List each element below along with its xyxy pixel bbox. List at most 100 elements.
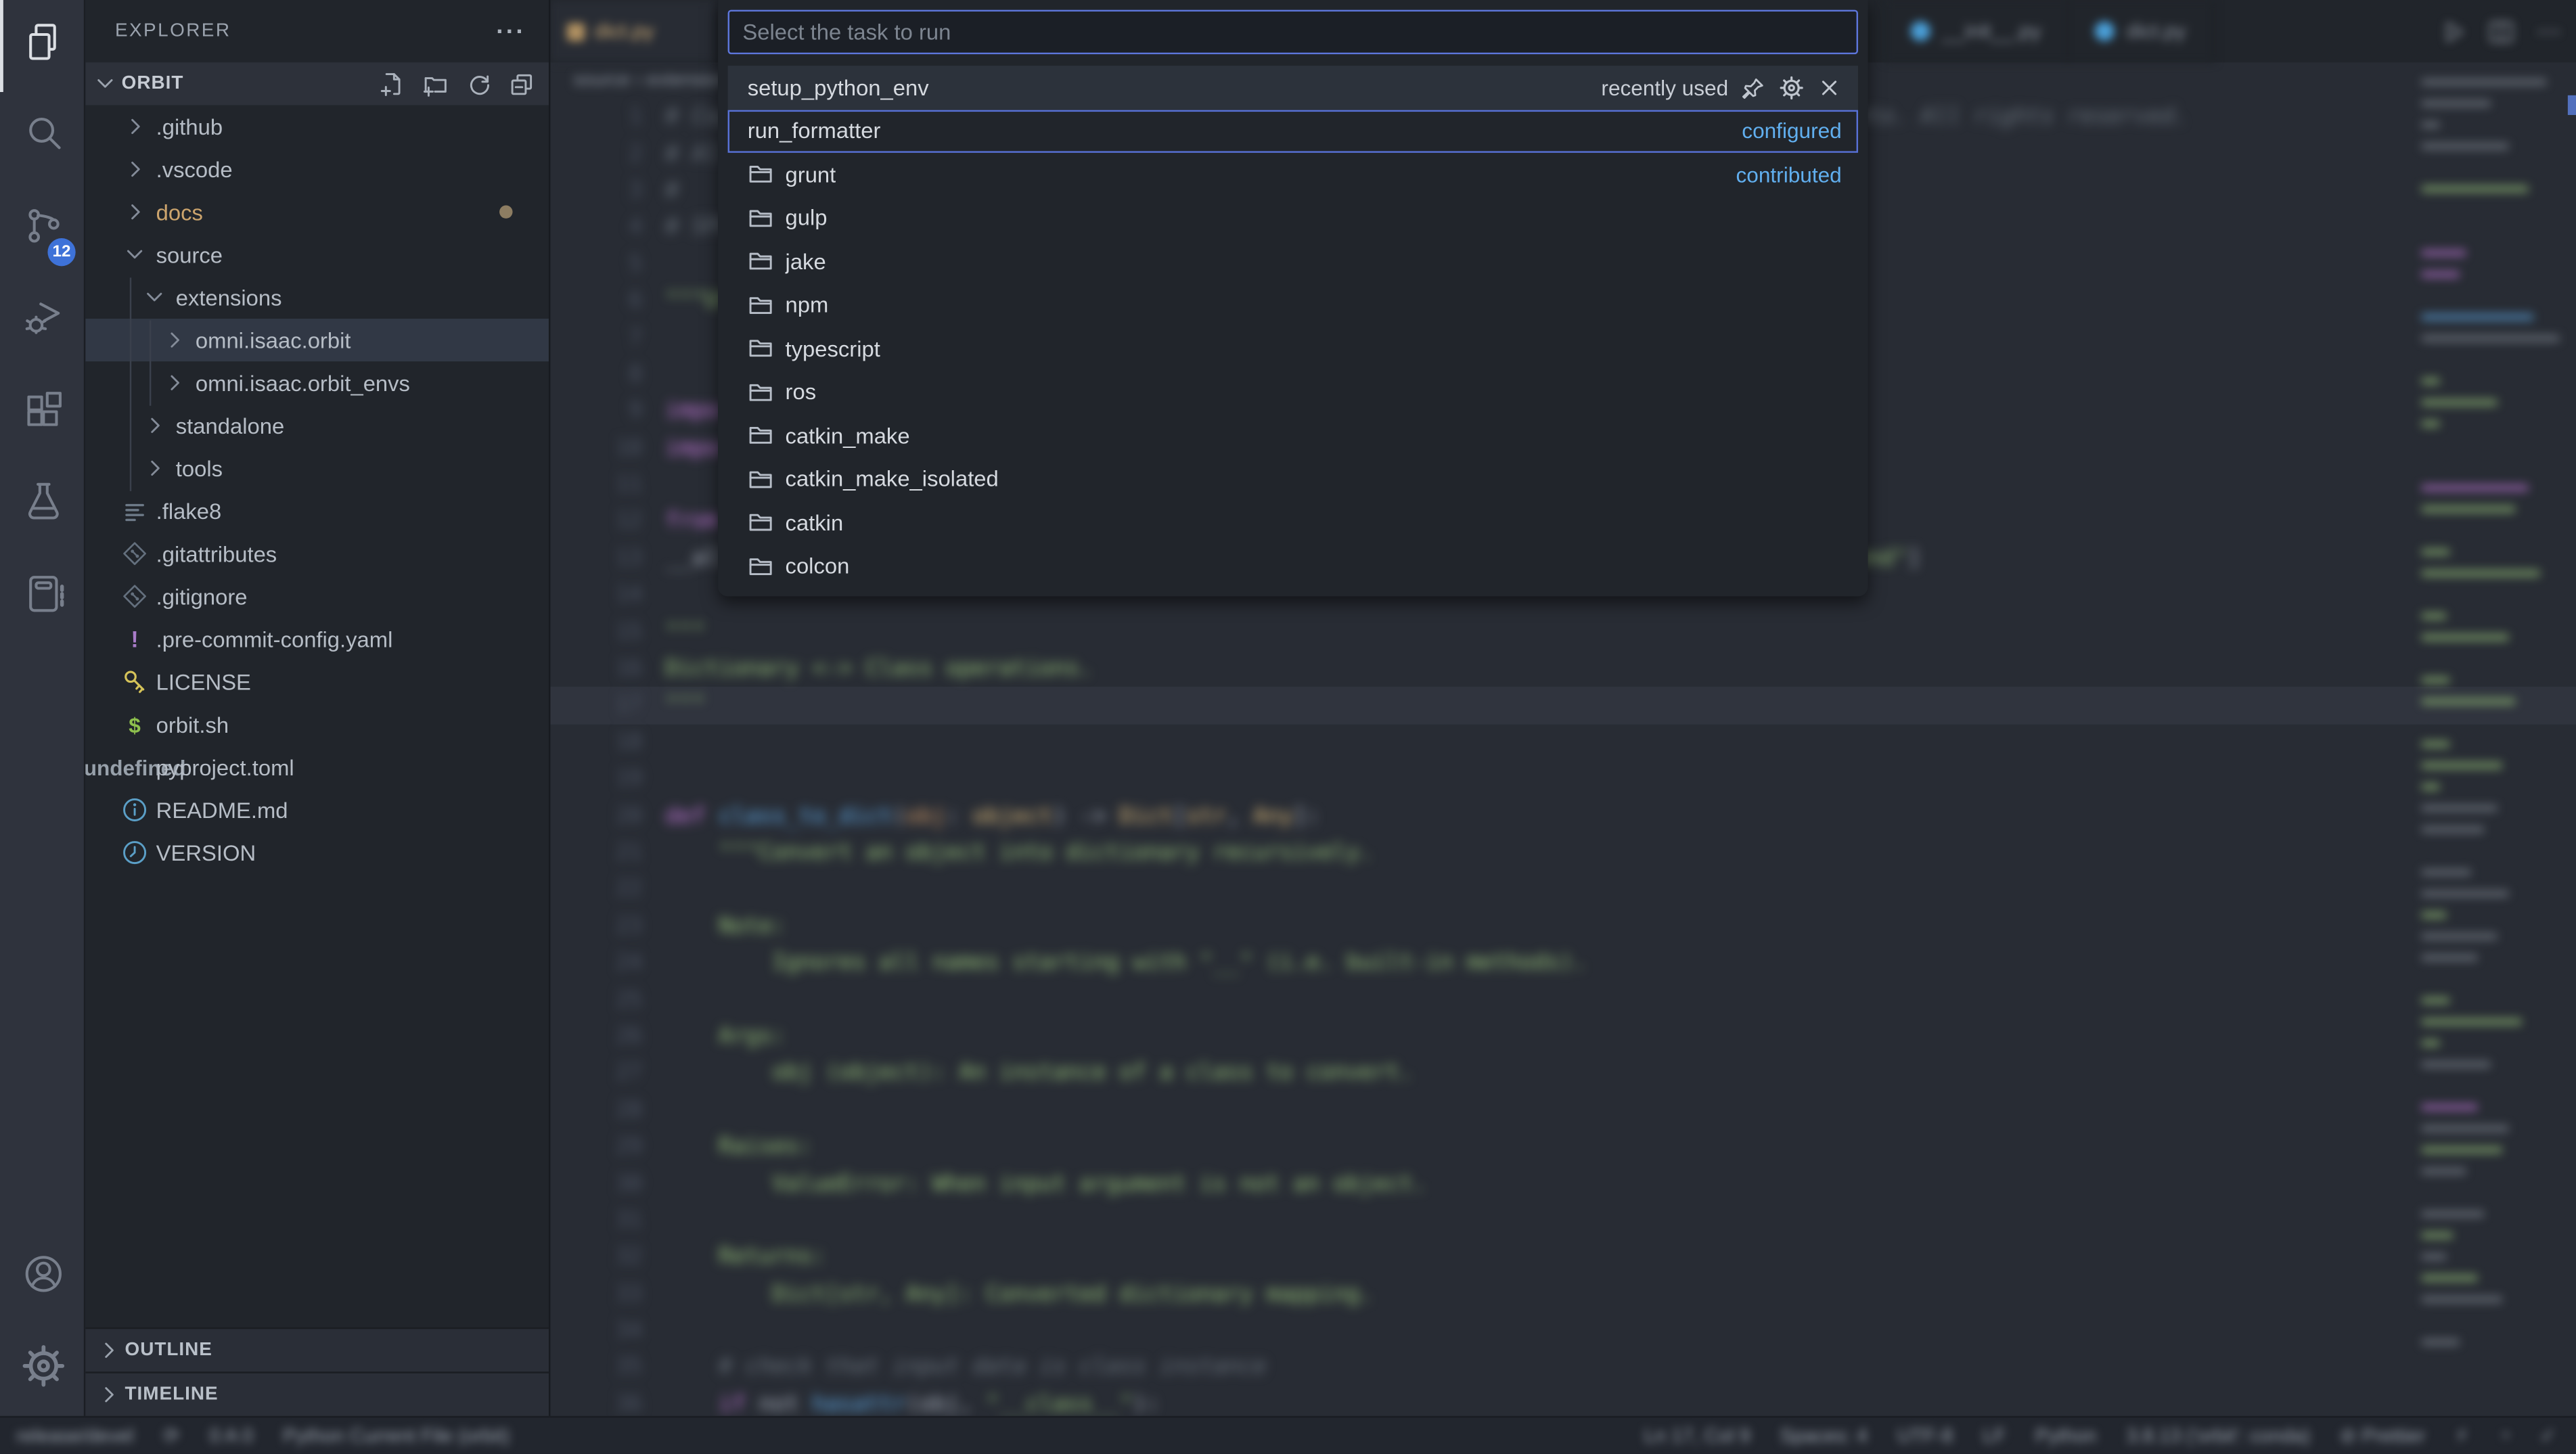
status-item-left-1[interactable]: ⟳ — [163, 1424, 179, 1447]
sidebar-title-row: EXPLORER ··· — [85, 0, 549, 62]
close-icon[interactable] — [1817, 75, 1841, 99]
section-header-outline[interactable]: OUTLINE — [85, 1327, 549, 1372]
tree-item-tools[interactable]: tools — [85, 447, 549, 489]
quickpick-input[interactable]: Select the task to run — [728, 10, 1858, 55]
activitybar-search[interactable] — [0, 92, 85, 184]
new-folder-icon[interactable] — [422, 70, 450, 97]
status-item-right-7[interactable]: ⚡ — [2455, 1424, 2468, 1447]
chevron-right-icon — [161, 369, 187, 396]
activitybar-notebook[interactable] — [0, 552, 85, 644]
task-item-colcon[interactable]: colcon — [728, 545, 1858, 588]
status-item-left-2[interactable]: 0 A 0 — [209, 1424, 253, 1447]
status-item-right-4[interactable]: Python — [2035, 1424, 2097, 1447]
tree-item-.pre-commit-config.yaml[interactable]: !.pre-commit-config.yaml — [85, 618, 549, 660]
code-text: Dict[str, Any]: Converted dictionary map… — [665, 1281, 1373, 1307]
activitybar-explorer[interactable] — [0, 0, 85, 92]
task-item-typescript[interactable]: typescript — [728, 327, 1858, 370]
tree-item-standalone[interactable]: standalone — [85, 404, 549, 447]
code-text: """Convert an object into dictionary rec… — [665, 840, 1373, 866]
tree-item-extensions[interactable]: extensions — [85, 276, 549, 319]
line-number: 14 — [567, 582, 643, 608]
status-item-right-9[interactable]: ✓ — [2539, 1424, 2556, 1447]
status-item-right-1[interactable]: Spaces: 4 — [1780, 1424, 1868, 1447]
line-number: 31 — [567, 1207, 643, 1233]
section-header-timeline[interactable]: TIMELINE — [85, 1371, 549, 1416]
tree-item-.flake8[interactable]: .flake8 — [85, 490, 549, 532]
refresh-icon[interactable] — [465, 70, 493, 97]
status-item-right-6[interactable]: ⊘ Prettier — [2340, 1424, 2425, 1447]
new-file-icon[interactable] — [380, 70, 407, 97]
section-header-orbit[interactable]: ORBIT — [85, 62, 549, 105]
tab-__init__.py[interactable]: __init__.py — [1884, 0, 2069, 62]
status-item-left-0[interactable]: release/devel — [16, 1424, 133, 1447]
minimap-line — [2422, 997, 2450, 1003]
code-text: Returns: — [665, 1244, 826, 1271]
chevron-right-icon — [122, 156, 148, 183]
task-item-npm[interactable]: npm — [728, 283, 1858, 327]
minimap-line — [2422, 79, 2547, 85]
tree-item-docs[interactable]: docs — [85, 191, 549, 233]
task-item-catkin[interactable]: catkin — [728, 501, 1858, 545]
tree-item-LICENSE[interactable]: LICENSE — [85, 660, 549, 703]
tree-item-.gitignore[interactable]: .gitignore — [85, 575, 549, 618]
chevron-right-icon — [141, 455, 168, 482]
task-item-catkin_make_isolated[interactable]: catkin_make_isolated — [728, 457, 1858, 501]
tree-item-source[interactable]: source — [85, 233, 549, 276]
tab-dict.py[interactable]: dict.py — [2069, 0, 2214, 62]
activitybar-settings[interactable] — [0, 1324, 85, 1416]
tree-item-VERSION[interactable]: VERSION — [85, 832, 549, 874]
tree-item-.vscode[interactable]: .vscode — [85, 148, 549, 191]
gear-icon[interactable] — [1779, 75, 1803, 99]
task-item-ros[interactable]: ros — [728, 370, 1858, 413]
quickpick-placeholder: Select the task to run — [742, 20, 951, 44]
extensions-icon — [20, 388, 65, 440]
minimap-line — [2422, 741, 2450, 746]
status-item-left-3[interactable]: Python Current File (orbit) — [283, 1424, 510, 1447]
status-item-right-0[interactable]: Ln 17, Col 9 — [1644, 1424, 1750, 1447]
status-item-right-5[interactable]: 3.8.13 ('orbit': conda) — [2126, 1424, 2310, 1447]
play-icon[interactable] — [2439, 17, 2467, 45]
tree-item-pyproject.toml[interactable]: undefinedpyproject.toml — [85, 746, 549, 788]
minimap-line — [2422, 826, 2484, 832]
line-number: 2 — [567, 141, 643, 167]
activitybar-extensions[interactable] — [0, 368, 85, 460]
activitybar-account[interactable] — [0, 1232, 85, 1324]
split[interactable] — [2487, 17, 2515, 45]
code-text: # — [665, 177, 679, 204]
task-item-grunt[interactable]: gruntcontributed — [728, 153, 1858, 196]
tab-label: __init__.py — [1942, 20, 2041, 43]
activitybar-run-debug[interactable] — [0, 276, 85, 368]
clock-file-icon — [122, 840, 148, 866]
tab-active[interactable]: dict.py — [550, 0, 718, 62]
task-item-gulp[interactable]: gulp — [728, 196, 1858, 240]
code-line: 33 Dict[str, Any]: Converted dictionary … — [550, 1275, 2576, 1312]
tree-item-orbit.sh[interactable]: $orbit.sh — [85, 703, 549, 746]
status-item-right-8[interactable]: ◔ — [2498, 1424, 2510, 1447]
ellipsis[interactable] — [2535, 17, 2562, 45]
vscode-window: 12 EXPLORER ··· ORBIT .github.vscodedocs… — [0, 0, 2576, 1454]
task-item-run_formatter[interactable]: run_formatterconfigured — [728, 109, 1858, 152]
tree-item-.gitattributes[interactable]: .gitattributes — [85, 532, 549, 575]
task-item-catkin_make[interactable]: catkin_make — [728, 414, 1858, 457]
minimap-slider[interactable] — [2568, 95, 2576, 115]
status-item-right-2[interactable]: UTF-8 — [1897, 1424, 1953, 1447]
tree-item-.github[interactable]: .github — [85, 105, 549, 147]
task-meta-link[interactable]: configured — [1742, 118, 1841, 143]
dollar-file-icon: $ — [122, 711, 148, 737]
status-item-right-3[interactable]: LF — [1983, 1424, 2006, 1447]
line-number: 9 — [567, 398, 643, 424]
task-item-setup_python_env[interactable]: setup_python_envrecently used — [728, 66, 1858, 109]
pin-icon[interactable] — [1742, 75, 1766, 99]
minimap[interactable] — [2415, 66, 2573, 1416]
tree-item-omni.isaac.orbit[interactable]: omni.isaac.orbit — [85, 319, 549, 361]
tree-item-omni.isaac.orbit_envs[interactable]: omni.isaac.orbit_envs — [85, 361, 549, 404]
explorer-sidebar: EXPLORER ··· ORBIT .github.vscodedocssou… — [85, 0, 550, 1416]
tree-item-README.md[interactable]: README.md — [85, 788, 549, 831]
more-actions-icon[interactable]: ··· — [496, 17, 526, 45]
task-meta-link[interactable]: contributed — [1736, 162, 1842, 187]
code-line: 34 — [550, 1313, 2576, 1349]
task-item-jake[interactable]: jake — [728, 240, 1858, 283]
collapse-all-icon[interactable] — [507, 70, 535, 97]
activitybar-testing[interactable] — [0, 460, 85, 552]
activitybar-source-control[interactable]: 12 — [0, 184, 85, 276]
